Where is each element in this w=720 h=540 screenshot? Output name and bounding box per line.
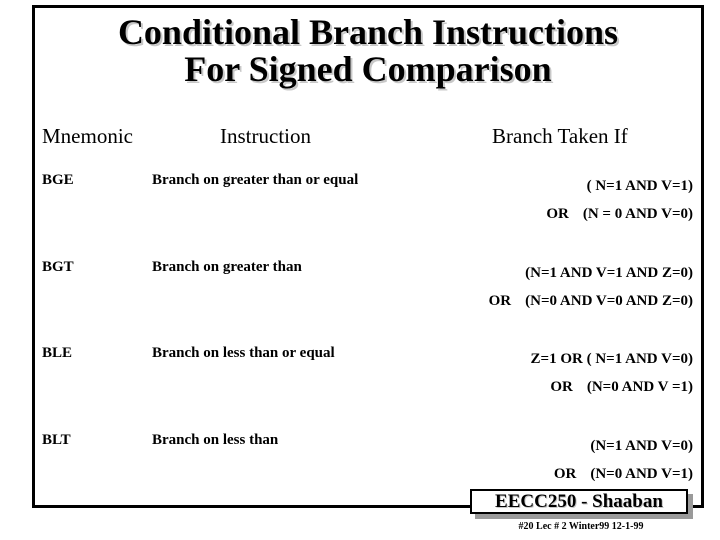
slide-canvas: Conditional Branch Instructions For Sign… <box>0 0 720 540</box>
condition-line: OR (N=0 AND V=0 AND Z=0) <box>489 287 693 315</box>
condition-line: ( N=1 AND V=1) <box>546 172 693 200</box>
footer-course-label: EECC250 - Shaaban <box>495 490 663 512</box>
condition-line: (N=1 AND V=0) <box>554 432 693 460</box>
condition-line: OR (N=0 AND V=1) <box>554 460 693 488</box>
condition-text: (N=0 AND V=0 AND Z=0) <box>525 293 693 309</box>
condition-text: Z=1 OR ( N=1 AND V=0) <box>530 351 693 367</box>
condition-text: (N = 0 AND V=0) <box>582 206 693 222</box>
table-row: BLE Branch on less than or equal Z=1 OR … <box>32 345 704 407</box>
condition-text: (N=0 AND V=1) <box>590 466 693 482</box>
slide-title: Conditional Branch Instructions For Sign… <box>36 14 700 87</box>
footer-course-badge: EECC250 - Shaaban <box>470 489 688 514</box>
footer-lecture-meta: #20 Lec # 2 Winter99 12-1-99 <box>518 521 644 532</box>
condition-text: ( N=1 AND V=1) <box>586 178 693 194</box>
column-header-mnemonic: Mnemonic <box>42 124 133 148</box>
table-row: BLT Branch on less than (N=1 AND V=0) OR… <box>32 432 704 494</box>
condition-or-prefix: OR <box>550 379 573 395</box>
row-conditions: (N=1 AND V=1 AND Z=0) OR (N=0 AND V=0 AND… <box>489 259 693 315</box>
condition-text: (N=0 AND V =1) <box>586 379 693 395</box>
row-conditions: (N=1 AND V=0) OR (N=0 AND V=1) <box>554 432 693 488</box>
row-conditions: Z=1 OR ( N=1 AND V=0) OR (N=0 AND V =1) <box>517 345 693 401</box>
row-instruction: Branch on less than or equal <box>152 345 335 361</box>
row-instruction: Branch on greater than or equal <box>152 172 359 188</box>
table-row: BGE Branch on greater than or equal ( N=… <box>32 172 704 234</box>
condition-text: (N=1 AND V=0) <box>590 438 693 454</box>
condition-or-prefix: OR <box>553 466 577 482</box>
row-mnemonic: BGE <box>42 172 74 188</box>
title-line-1: Conditional Branch Instructions <box>117 12 619 52</box>
condition-line: (N=1 AND V=1 AND Z=0) <box>489 259 693 287</box>
row-instruction: Branch on greater than <box>152 259 302 275</box>
row-instruction: Branch on less than <box>152 432 279 448</box>
row-mnemonic: BLE <box>42 345 73 361</box>
condition-text: (N=1 AND V=1 AND Z=0) <box>525 265 693 281</box>
column-header-branch-taken-if: Branch Taken If <box>492 124 628 148</box>
condition-or-prefix: OR <box>546 206 569 222</box>
table-row: BGT Branch on greater than (N=1 AND V=1 … <box>32 259 704 321</box>
title-line-2: For Signed Comparison <box>184 48 552 89</box>
row-mnemonic: BGT <box>42 259 74 275</box>
column-header-instruction: Instruction <box>220 124 311 148</box>
condition-line: OR (N = 0 AND V=0) <box>546 200 693 228</box>
condition-or-prefix: OR <box>488 293 512 309</box>
condition-line: OR (N=0 AND V =1) <box>517 373 693 401</box>
table-header-row: Mnemonic Instruction Branch Taken If <box>32 124 704 154</box>
row-conditions: ( N=1 AND V=1) OR (N = 0 AND V=0) <box>546 172 693 228</box>
condition-line: Z=1 OR ( N=1 AND V=0) <box>517 345 693 373</box>
row-mnemonic: BLT <box>42 432 71 448</box>
